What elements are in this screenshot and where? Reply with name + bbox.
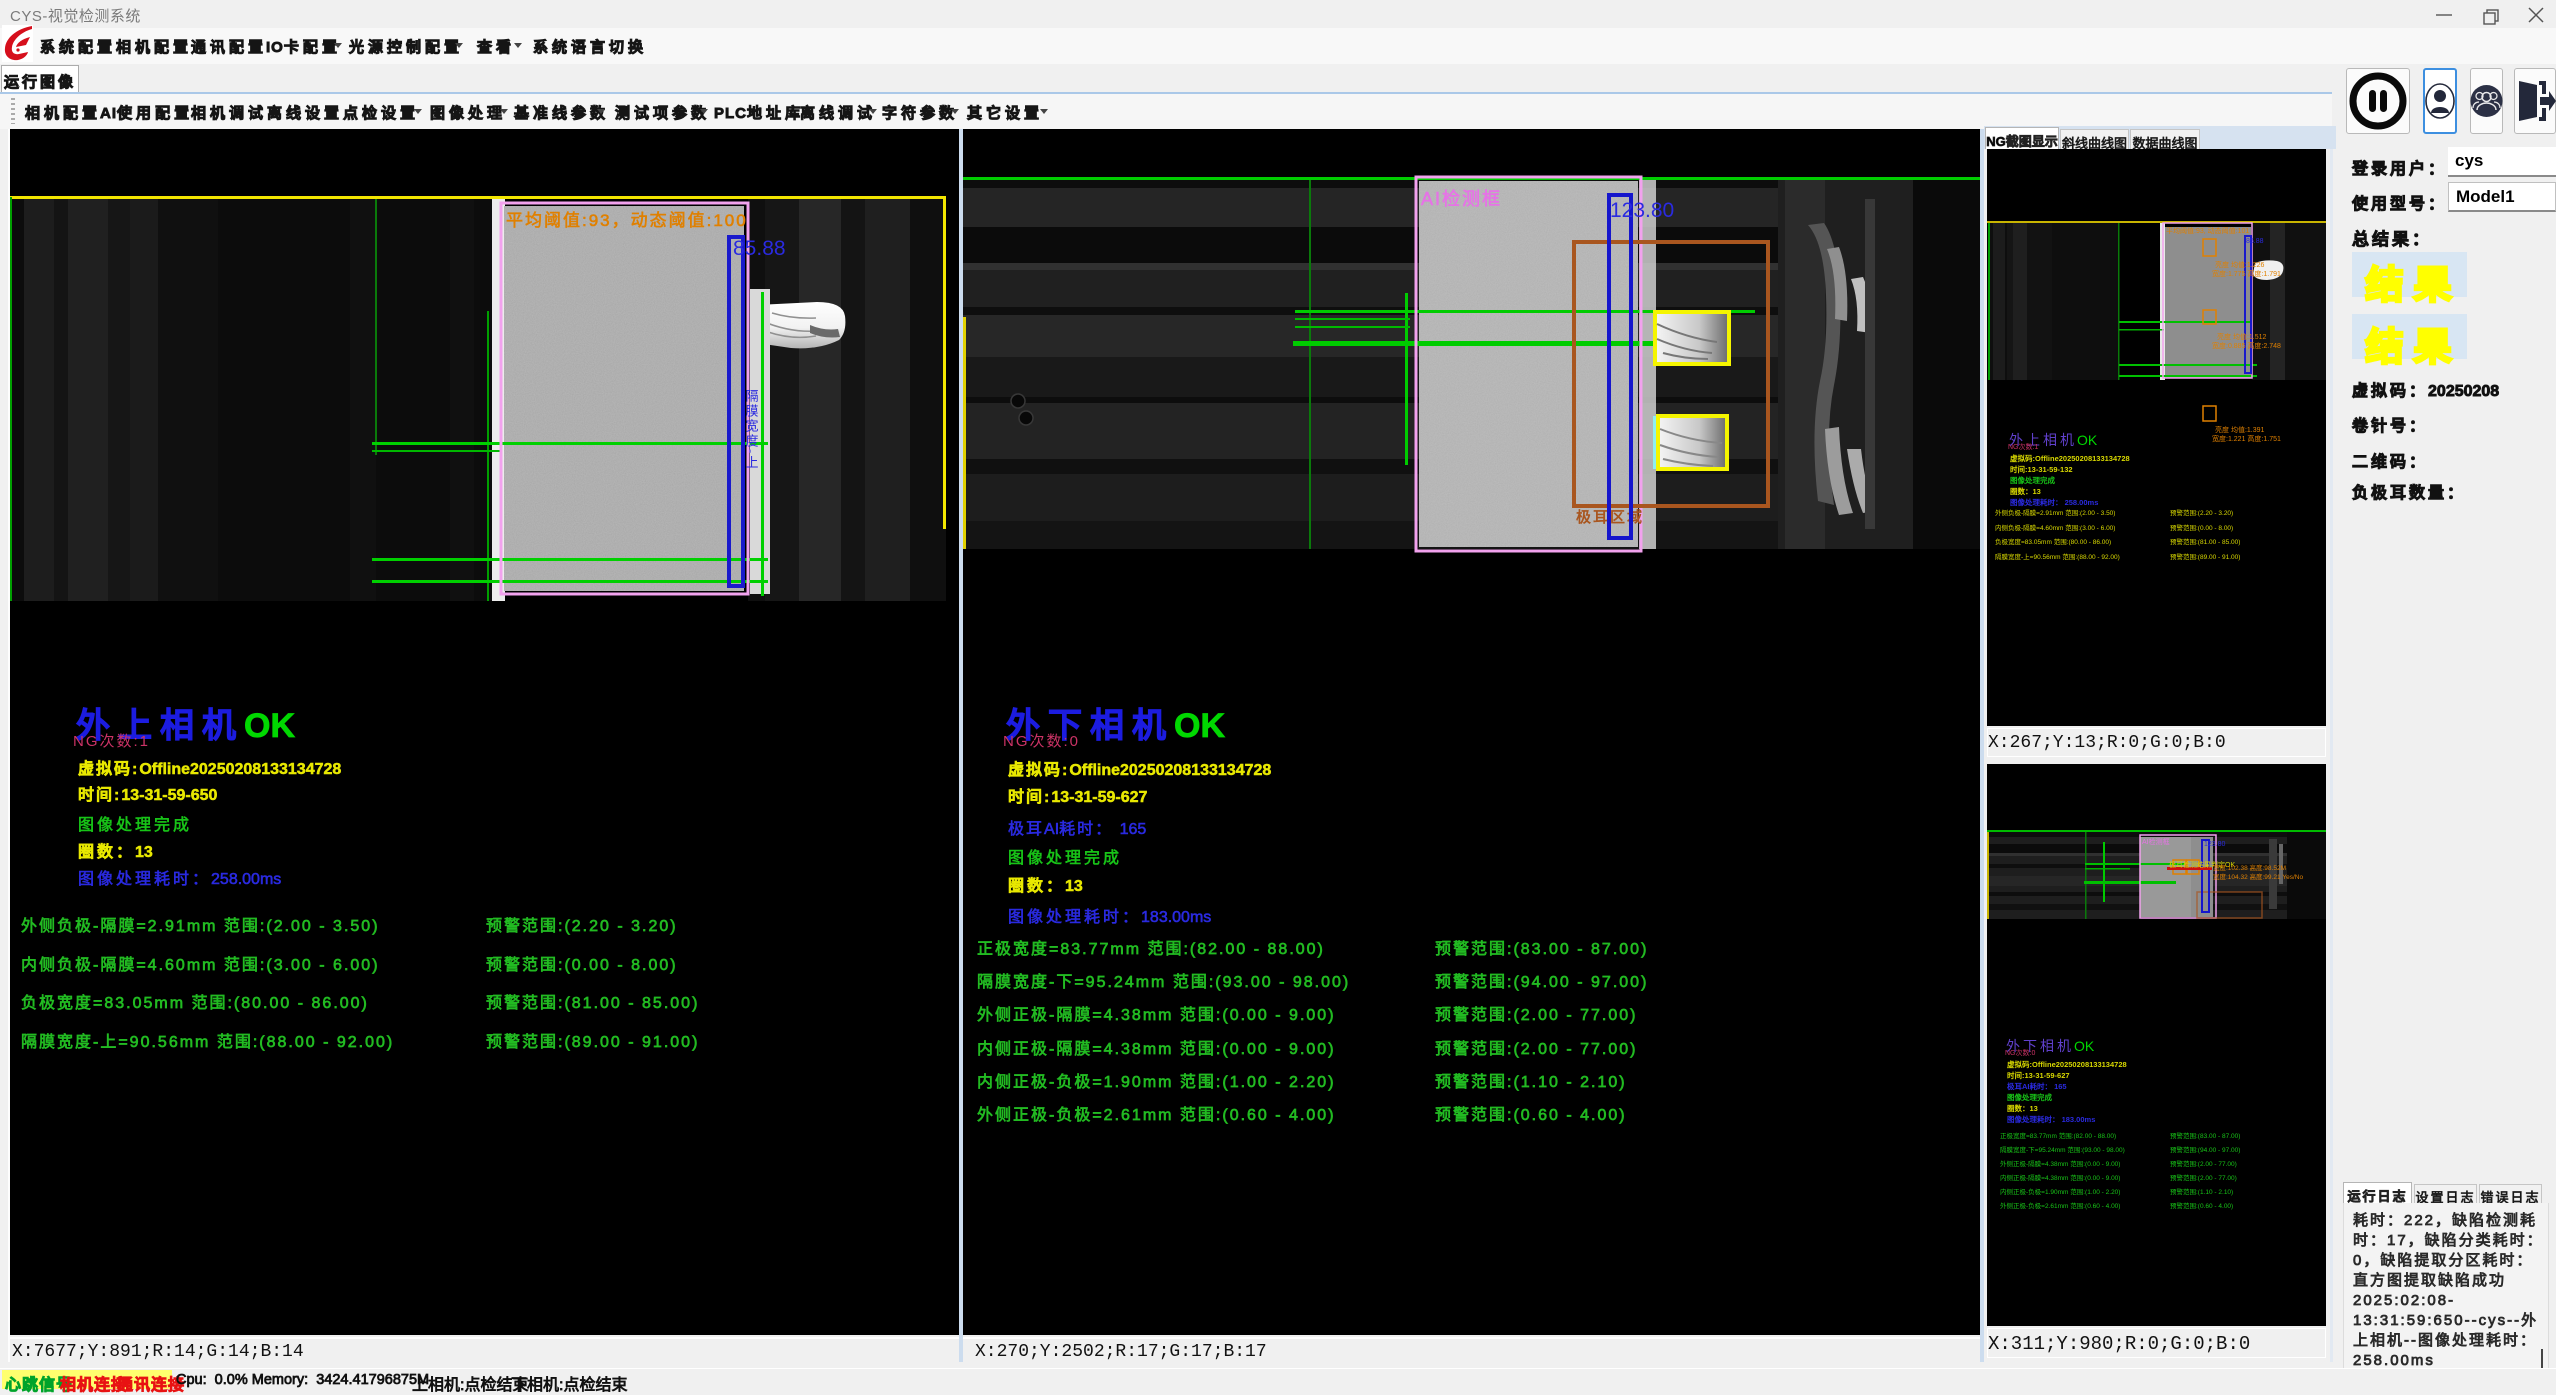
svg-text:AI检测框: AI检测框	[2142, 837, 2170, 846]
svg-text:内侧正极-隔膜=4.38mm 范围:(0.00 - 9.00: 内侧正极-隔膜=4.38mm 范围:(0.00 - 9.00)	[2000, 1173, 2120, 1182]
svg-text:外侧正极-负极=2.61mm 范围:(0.60 - 4.00: 外侧正极-负极=2.61mm 范围:(0.60 - 4.00)	[2000, 1201, 2120, 1210]
svg-text:外侧正极-隔膜=4.38mm 范围:(0.00 - 9.00: 外侧正极-隔膜=4.38mm 范围:(0.00 - 9.00)	[2000, 1159, 2120, 1168]
svg-text:宽度:0.885 高度:2.748: 宽度:0.885 高度:2.748	[2212, 341, 2281, 350]
svg-text:预警范围:(83.00 - 87.00): 预警范围:(83.00 - 87.00)	[1435, 940, 1648, 958]
svg-text:预警范围:(83.00 - 87.00): 预警范围:(83.00 - 87.00)	[2170, 1131, 2240, 1140]
svg-text:宽度:104.32 高度:99.21 Yes/No: 宽度:104.32 高度:99.21 Yes/No	[2213, 872, 2303, 881]
svg-text:预警范围:(94.00 - 97.00): 预警范围:(94.00 - 97.00)	[1435, 973, 1648, 991]
svg-text:时间:13-31-59-627: 时间:13-31-59-627	[2007, 1070, 2070, 1080]
svg-text:外侧正极-隔膜=4.38mm 范围:(0.00 - 9.00: 外侧正极-隔膜=4.38mm 范围:(0.00 - 9.00)	[977, 1006, 1336, 1024]
svg-text:内侧负极-隔膜=4.60mm 范围:(3.00 - 6.00: 内侧负极-隔膜=4.60mm 范围:(3.00 - 6.00)	[21, 956, 380, 974]
svg-text:图像处理耗时：258.00ms: 图像处理耗时：258.00ms	[78, 870, 281, 888]
svg-text:圈数：13: 圈数：13	[2010, 486, 2041, 496]
svg-text:NG次数:1: NG次数:1	[73, 733, 150, 750]
svg-text:AI检测框: AI检测框	[1421, 189, 1502, 209]
svg-text:虚拟码:Offline20250208133134728: 虚拟码:Offline20250208133134728	[78, 759, 341, 778]
svg-text:图像处理完成: 图像处理完成	[2010, 475, 2055, 485]
svg-text:内侧负极-隔膜=4.60mm 范围:(3.00 - 6.00: 内侧负极-隔膜=4.60mm 范围:(3.00 - 6.00)	[1995, 523, 2115, 532]
svg-text:预警范围:(2.20 - 3.20): 预警范围:(2.20 - 3.20)	[486, 917, 678, 935]
svg-text:预警范围:(89.00 - 91.00): 预警范围:(89.00 - 91.00)	[2170, 552, 2240, 561]
svg-text:预警范围:(94.00 - 97.00): 预警范围:(94.00 - 97.00)	[2170, 1145, 2240, 1154]
svg-text:外侧负极-隔膜=2.91mm 范围:(2.00 - 3.50: 外侧负极-隔膜=2.91mm 范围:(2.00 - 3.50)	[1995, 508, 2115, 517]
svg-text:隔膜宽度-上=90.56mm 范围:(88.00 - 92.: 隔膜宽度-上=90.56mm 范围:(88.00 - 92.00)	[1995, 552, 2120, 561]
svg-text:图像处理耗时： 183.00ms: 图像处理耗时： 183.00ms	[2007, 1114, 2095, 1124]
svg-text:预警范围:(2.00 - 77.00): 预警范围:(2.00 - 77.00)	[1435, 1006, 1638, 1024]
svg-text:预警范围:(81.00 - 85.00): 预警范围:(81.00 - 85.00)	[486, 994, 699, 1012]
svg-text:85.88: 85.88	[2246, 238, 2264, 245]
svg-text:123.80: 123.80	[2204, 841, 2226, 848]
svg-text:预警范围:(2.20 - 3.20): 预警范围:(2.20 - 3.20)	[2170, 508, 2233, 517]
svg-text:内侧正极-隔膜=4.38mm 范围:(0.00 - 9.00: 内侧正极-隔膜=4.38mm 范围:(0.00 - 9.00)	[977, 1040, 1336, 1058]
svg-text:亮度 均值:1.512: 亮度 均值:1.512	[2217, 332, 2267, 341]
svg-text:负极宽度=83.05mm 范围:(80.00 - 86.00: 负极宽度=83.05mm 范围:(80.00 - 86.00)	[21, 994, 369, 1012]
svg-text:圈数：13: 圈数：13	[78, 842, 153, 861]
svg-text:虚拟码:Offline20250208133134728: 虚拟码:Offline20250208133134728	[2010, 453, 2130, 463]
svg-text:预警范围:(2.00 - 77.00): 预警范围:(2.00 - 77.00)	[2170, 1173, 2237, 1182]
svg-text:宽度:1.775 高度:1.791: 宽度:1.775 高度:1.791	[2212, 269, 2281, 278]
svg-text:极耳AI耗时： 165: 极耳AI耗时： 165	[1008, 820, 1146, 838]
svg-text:预警范围:(89.00 - 91.00): 预警范围:(89.00 - 91.00)	[486, 1033, 699, 1051]
svg-text:85.88: 85.88	[733, 237, 786, 260]
svg-text:圈数：13: 圈数：13	[1008, 876, 1083, 895]
svg-text:预警范围:(1.10 - 2.10): 预警范围:(1.10 - 2.10)	[2170, 1187, 2233, 1196]
svg-text:负极宽度=83.05mm 范围:(80.00 - 86.00: 负极宽度=83.05mm 范围:(80.00 - 86.00)	[1995, 537, 2111, 546]
svg-text:虚拟码:Offline20250208133134728: 虚拟码:Offline20250208133134728	[2007, 1059, 2127, 1069]
svg-text:NG次数:1: NG次数:1	[2008, 442, 2038, 451]
svg-text:NG次数:0: NG次数:0	[1003, 733, 1080, 750]
svg-text:平均阈值:93, 动态阈值:101: 平均阈值:93, 动态阈值:101	[2166, 226, 2249, 235]
svg-text:图像处理完成: 图像处理完成	[1008, 849, 1122, 867]
svg-text:极耳AI耗时： 165: 极耳AI耗时： 165	[2007, 1081, 2067, 1091]
svg-text:时间:13-31-59-650: 时间:13-31-59-650	[78, 785, 218, 804]
svg-text:亮度 均值:1.391: 亮度 均值:1.391	[2215, 425, 2265, 434]
svg-text:预警范围:(0.60 - 4.00): 预警范围:(0.60 - 4.00)	[2170, 1201, 2233, 1210]
svg-text:时间:13-31-59-132: 时间:13-31-59-132	[2010, 464, 2073, 474]
svg-text:123.80: 123.80	[1610, 199, 1674, 222]
svg-text:隔膜宽度-下=95.24mm 范围:(93.00 - 98.: 隔膜宽度-下=95.24mm 范围:(93.00 - 98.00)	[977, 973, 1350, 991]
svg-text:时间:13-31-59-627: 时间:13-31-59-627	[1008, 787, 1148, 806]
svg-text:预警范围:(81.00 - 85.00): 预警范围:(81.00 - 85.00)	[2170, 537, 2240, 546]
svg-text:预警范围:(2.00 - 77.00): 预警范围:(2.00 - 77.00)	[1435, 1040, 1638, 1058]
svg-text:正极宽度=83.77mm 范围:(82.00 - 88.00: 正极宽度=83.77mm 范围:(82.00 - 88.00)	[977, 940, 1325, 958]
svg-text:NG次数:0: NG次数:0	[2005, 1048, 2035, 1057]
svg-text:隔膜宽度-下=95.24mm 范围:(93.00 - 98.: 隔膜宽度-下=95.24mm 范围:(93.00 - 98.00)	[2000, 1145, 2125, 1154]
svg-text:宽度:102.38 高度:98.52M: 宽度:102.38 高度:98.52M	[2213, 863, 2286, 872]
svg-text:宽度:1.221 高度:1.751: 宽度:1.221 高度:1.751	[2212, 434, 2281, 443]
svg-text:图像处理完成: 图像处理完成	[78, 816, 192, 834]
svg-text:预警范围:(2.00 - 77.00): 预警范围:(2.00 - 77.00)	[2170, 1159, 2237, 1168]
svg-text:内侧正极-负极=1.90mm 范围:(1.00 - 2.20: 内侧正极-负极=1.90mm 范围:(1.00 - 2.20)	[977, 1073, 1336, 1091]
svg-text:亮度 均值:1.226: 亮度 均值:1.226	[2215, 260, 2265, 269]
svg-text:正极宽度=83.77mm 范围:(82.00 - 88.00: 正极宽度=83.77mm 范围:(82.00 - 88.00)	[2000, 1131, 2116, 1140]
svg-text:隔膜宽度-上: 隔膜宽度-上	[744, 389, 759, 470]
svg-text:图像处理耗时： 258.00ms: 图像处理耗时： 258.00ms	[2010, 497, 2098, 507]
svg-text:虚拟码:Offline20250208133134728: 虚拟码:Offline20250208133134728	[1008, 760, 1271, 779]
svg-text:隔膜宽度-上=90.56mm 范围:(88.00 - 92.: 隔膜宽度-上=90.56mm 范围:(88.00 - 92.00)	[21, 1033, 394, 1051]
svg-text:预警范围:(0.00 - 8.00): 预警范围:(0.00 - 8.00)	[486, 956, 678, 974]
svg-text:外侧正极-负极=2.61mm 范围:(0.60 - 4.00: 外侧正极-负极=2.61mm 范围:(0.60 - 4.00)	[977, 1106, 1336, 1124]
svg-text:内侧正极-负极=1.90mm 范围:(1.00 - 2.20: 内侧正极-负极=1.90mm 范围:(1.00 - 2.20)	[2000, 1187, 2120, 1196]
svg-text:圈数：13: 圈数：13	[2007, 1103, 2038, 1113]
svg-text:图像处理耗时：183.00ms: 图像处理耗时：183.00ms	[1008, 908, 1211, 926]
svg-text:预警范围:(1.10 - 2.10): 预警范围:(1.10 - 2.10)	[1435, 1073, 1627, 1091]
svg-text:平均阈值:93，动态阈值:100: 平均阈值:93，动态阈值:100	[506, 211, 748, 230]
svg-text:外侧负极-隔膜=2.91mm 范围:(2.00 - 3.50: 外侧负极-隔膜=2.91mm 范围:(2.00 - 3.50)	[21, 917, 380, 935]
svg-text:预警范围:(0.60 - 4.00): 预警范围:(0.60 - 4.00)	[1435, 1106, 1627, 1124]
svg-text:预警范围:(0.00 - 8.00): 预警范围:(0.00 - 8.00)	[2170, 523, 2233, 532]
svg-text:图像处理完成: 图像处理完成	[2007, 1092, 2052, 1102]
